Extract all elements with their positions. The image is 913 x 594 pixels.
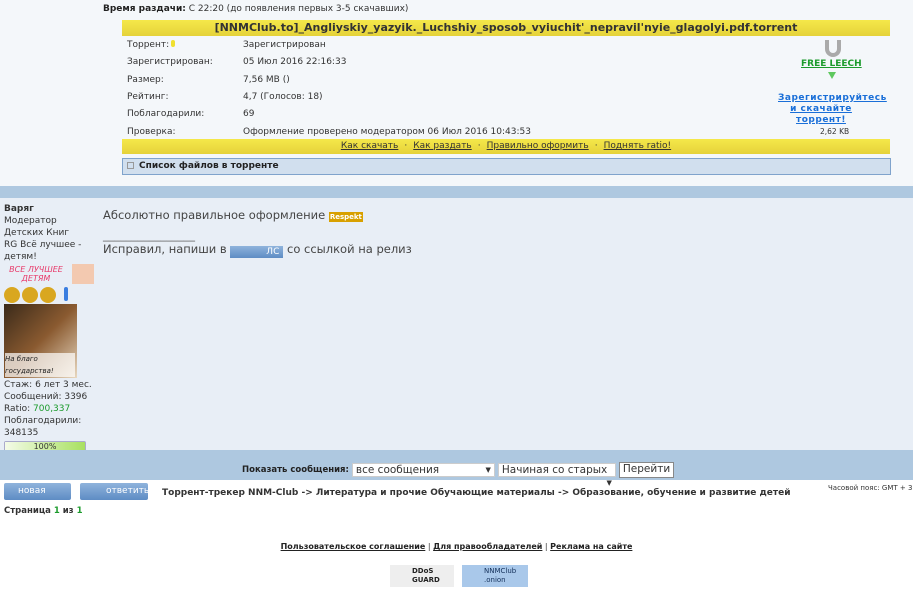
torrent-row-value: 69: [243, 109, 255, 120]
torrent-row-label: Размер:: [127, 74, 164, 85]
copyright-link[interactable]: Для правообладателей: [433, 542, 542, 551]
avatar: На благо государства!: [4, 304, 77, 378]
torrent-row-label: Проверка:: [127, 126, 176, 137]
pagination: Страница 1 из 1: [4, 506, 83, 516]
release-time: Время раздачи: С 22:20 (до появления пер…: [103, 4, 409, 14]
arrow-down-icon: [828, 72, 836, 79]
torrent-table: [122, 36, 890, 139]
signature-divider: ________________: [103, 228, 195, 242]
torrent-row-label: Торрент:: [127, 40, 170, 50]
footer-links: Пользовательское соглашение | Для правоо…: [280, 542, 633, 551]
stat-ratio: Ratio: 700,337: [4, 404, 71, 414]
nnmclub-onion-logo[interactable]: NNMClub .onion: [462, 565, 528, 587]
order-select[interactable]: Начиная со старых ▼: [497, 463, 616, 487]
post-body: Абсолютно правильное оформление Respekt …: [103, 208, 412, 258]
help-links: Как скачать · Как раздать · Правильно оформи…: [122, 139, 890, 154]
how-download-link[interactable]: Как скачать: [341, 141, 398, 151]
medals: [4, 287, 96, 303]
medal-icon: [4, 287, 20, 303]
stat-posts: Сообщений: 3396: [4, 392, 88, 402]
author-role: Модератор Детских Книг: [4, 216, 70, 238]
ddos-guard-logo[interactable]: DDoS GUARD: [390, 565, 454, 587]
author-name[interactable]: Варяг: [4, 203, 96, 215]
status-icon: [171, 40, 175, 47]
gem-icon: [64, 287, 68, 301]
register-download-link[interactable]: Зарегистрируйтесь и скачайте торрент!: [778, 93, 886, 126]
how-format-link[interactable]: Правильно оформить: [487, 141, 589, 151]
raise-ratio-link[interactable]: Поднять ratio!: [604, 141, 672, 151]
author-group: RG Всё лучшее - детям!: [4, 240, 82, 262]
medal-icon: [40, 287, 56, 303]
breadcrumb[interactable]: Торрент-трекер NNM-Club -> Литература и …: [162, 488, 791, 498]
file-list-toggle[interactable]: Список файлов в торренте: [122, 158, 891, 175]
torrent-row-value: Зарегистрирован: [243, 40, 326, 50]
magnet-icon: [825, 40, 841, 57]
torrent-row-label: Зарегистрирован:: [127, 57, 213, 68]
ads-link[interactable]: Реклама на сайте: [550, 542, 632, 551]
group-banner: ВСЕ ЛУЧШЕЕ ДЕТЯМ: [9, 265, 63, 283]
filter-select[interactable]: все сообщения ▼: [351, 463, 495, 477]
reply-button[interactable]: ответить: [80, 483, 149, 500]
torrent-row-value: 7,56 MB (): [243, 74, 290, 85]
stat-tenure: Стаж: 6 лет 3 мес.: [4, 380, 92, 390]
timezone: Часовой пояс: GMT + 3: [828, 484, 913, 492]
torrent-title: [NNMClub.to]_Angliyskiy_yazyik._Luchshiy…: [122, 20, 890, 36]
how-seed-link[interactable]: Как раздать: [413, 141, 472, 151]
torrent-row-value: 05 Июл 2016 22:16:33: [243, 57, 347, 68]
post-author-panel: Варяг Модератор Детских Книг RG Всё лучш…: [4, 203, 96, 453]
torrent-row-value: Оформление проверено модератором 06 Июл …: [243, 126, 531, 137]
torrent-row-label: Рейтинг:: [127, 91, 169, 102]
go-button[interactable]: Перейти: [618, 462, 675, 478]
torrent-file-size: 2,62 KB: [820, 127, 850, 136]
user-agreement-link[interactable]: Пользовательское соглашение: [281, 542, 426, 551]
pm-button[interactable]: ЛС: [230, 246, 284, 258]
torrent-row-value: 4,7 (Голосов: 18): [243, 91, 323, 102]
free-leech-badge: FREE LEECH: [801, 59, 862, 69]
torrent-row-label: Поблагодарили:: [127, 109, 205, 120]
post-header-band: [0, 186, 913, 198]
respekt-image: Respekt: [328, 212, 363, 222]
baby-image: [72, 264, 94, 284]
stat-thanks: Поблагодарили: 348135: [4, 416, 82, 438]
expand-icon: [127, 162, 134, 169]
new-topic-button[interactable]: новая тема: [4, 483, 71, 513]
view-controls: Показать сообщения: все сообщения ▼ Начин…: [242, 462, 675, 487]
medal-icon: [22, 287, 38, 303]
